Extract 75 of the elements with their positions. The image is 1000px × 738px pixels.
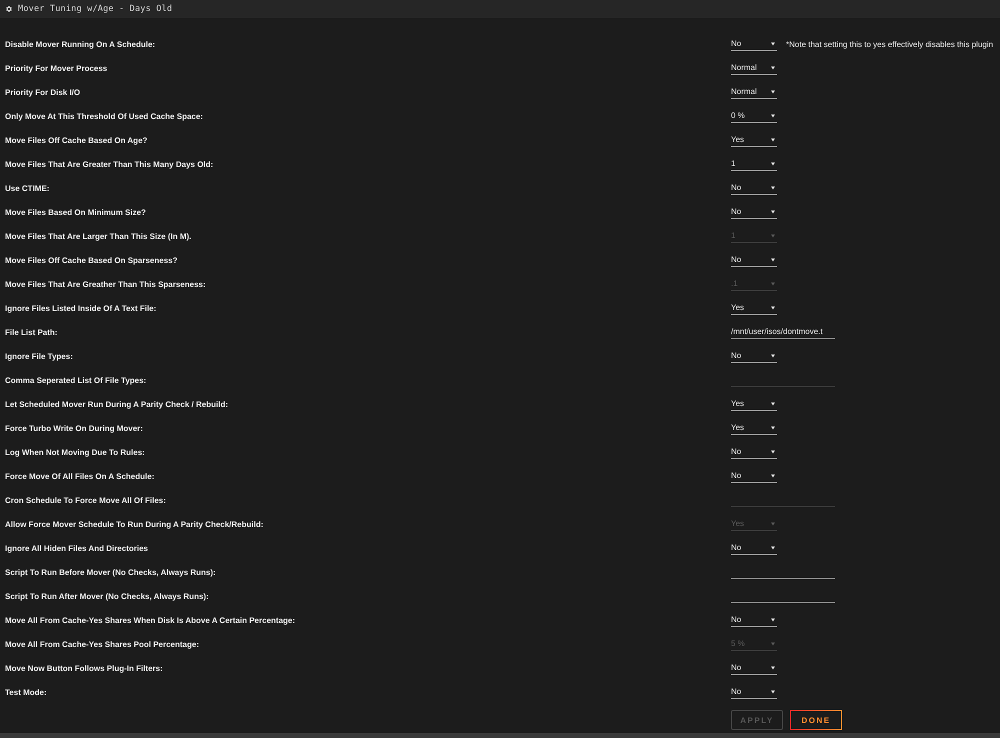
caret-icon bbox=[771, 522, 775, 526]
setting-label: Only Move At This Threshold Of Used Cache Space: bbox=[5, 112, 203, 120]
setting-label: Move All From Cache-Yes Shares When Disk Is Above A Certain Percentage: bbox=[5, 616, 296, 624]
caret-icon bbox=[771, 354, 775, 358]
dropdown[interactable]: Yes bbox=[731, 422, 777, 434]
caret-icon bbox=[771, 282, 775, 286]
dropdown[interactable]: Yes bbox=[731, 134, 777, 146]
caret-icon bbox=[771, 306, 775, 310]
dropdown[interactable]: No bbox=[731, 206, 777, 218]
panel-title: Mover Tuning w/Age - Days Old bbox=[18, 4, 172, 14]
dropdown[interactable]: No bbox=[731, 182, 777, 194]
caret-icon bbox=[771, 138, 775, 142]
setting-label: Move Files That Are Greater Than This Many Days Old: bbox=[5, 160, 214, 168]
dropdown[interactable]: 0 % bbox=[731, 110, 777, 122]
dropdown[interactable]: No bbox=[731, 38, 777, 50]
setting-label: Disable Mover Running On A Schedule: bbox=[5, 40, 156, 48]
setting-label: Allow Force Mover Schedule To Run During A Parity Check/Rebuild: bbox=[5, 520, 264, 528]
setting-label: Comma Seperated List Of File Types: bbox=[5, 376, 146, 384]
caret-icon bbox=[771, 90, 775, 94]
caret-icon bbox=[771, 162, 775, 166]
setting-label: File List Path: bbox=[5, 328, 58, 336]
dropdown[interactable]: Normal bbox=[731, 62, 777, 74]
caret-icon bbox=[771, 210, 775, 214]
dropdown[interactable]: Yes bbox=[731, 398, 777, 410]
caret-icon bbox=[771, 186, 775, 190]
dropdown[interactable]: No bbox=[731, 350, 777, 362]
caret-icon bbox=[771, 642, 775, 646]
dropdown[interactable]: No bbox=[731, 446, 777, 458]
setting-label: Move Files Based On Minimum Size? bbox=[5, 208, 146, 216]
setting-label: Priority For Disk I/O bbox=[5, 88, 80, 96]
note-text: *Note that setting this to yes effectively disables this plugin bbox=[786, 40, 994, 48]
caret-icon bbox=[771, 474, 775, 478]
caret-icon bbox=[771, 690, 775, 694]
setting-label: Move Now Button Follows Plug-In Filters: bbox=[5, 664, 163, 672]
setting-label: Use CTIME: bbox=[5, 184, 50, 192]
dropdown[interactable]: No bbox=[731, 542, 777, 554]
setting-label: Ignore File Types: bbox=[5, 352, 73, 360]
caret-icon bbox=[771, 258, 775, 262]
dropdown[interactable]: No bbox=[731, 662, 777, 674]
setting-label: Move Files That Are Greather Than This Sparseness: bbox=[5, 280, 206, 288]
setting-label: Priority For Mover Process bbox=[5, 64, 108, 72]
setting-label: Script To Run After Mover (No Checks, Always Runs): bbox=[5, 592, 209, 600]
setting-label: Force Move Of All Files On A Schedule: bbox=[5, 472, 154, 480]
caret-icon bbox=[771, 546, 775, 550]
setting-label: Ignore Files Listed Inside Of A Text File: bbox=[5, 304, 156, 312]
setting-label: Test Mode: bbox=[5, 688, 47, 696]
caret-icon bbox=[771, 42, 775, 46]
caret-icon bbox=[771, 66, 775, 70]
setting-label: Move Files That Are Larger Than This Size (In M). bbox=[5, 232, 192, 240]
setting-label: Move Files Off Cache Based On Age? bbox=[5, 136, 148, 144]
setting-label: Cron Schedule To Force Move All Of Files: bbox=[5, 496, 166, 504]
setting-label: Move All From Cache-Yes Shares Pool Percentage: bbox=[5, 640, 199, 648]
caret-icon bbox=[771, 450, 775, 454]
dropdown[interactable]: No bbox=[731, 254, 777, 266]
caret-icon bbox=[771, 666, 775, 670]
caret-icon bbox=[771, 114, 775, 118]
dropdown[interactable]: Yes bbox=[731, 302, 777, 314]
caret-icon bbox=[771, 618, 775, 622]
caret-icon bbox=[771, 234, 775, 238]
dropdown[interactable]: No bbox=[731, 470, 777, 482]
dropdown[interactable]: 1 bbox=[731, 158, 777, 170]
dropdown[interactable]: No bbox=[731, 614, 777, 626]
setting-label: Log When Not Moving Due To Rules: bbox=[5, 448, 145, 456]
dropdown[interactable]: Normal bbox=[731, 86, 777, 98]
setting-label: Ignore All Hiden Files And Directories bbox=[5, 544, 148, 552]
caret-icon bbox=[771, 402, 775, 406]
setting-label: Let Scheduled Mover Run During A Parity Check / Rebuild: bbox=[5, 400, 228, 408]
done-button[interactable]: DONE bbox=[790, 710, 842, 730]
setting-label: Force Turbo Write On During Mover: bbox=[5, 424, 143, 432]
text-field[interactable]: /mnt/user/isos/dontmove.t bbox=[731, 326, 835, 338]
dropdown[interactable]: No bbox=[731, 686, 777, 698]
caret-icon bbox=[771, 426, 775, 430]
setting-label: Script To Run Before Mover (No Checks, Always Runs): bbox=[5, 568, 216, 576]
gear-icon bbox=[5, 5, 13, 13]
setting-label: Move Files Off Cache Based On Sparseness? bbox=[5, 256, 178, 264]
